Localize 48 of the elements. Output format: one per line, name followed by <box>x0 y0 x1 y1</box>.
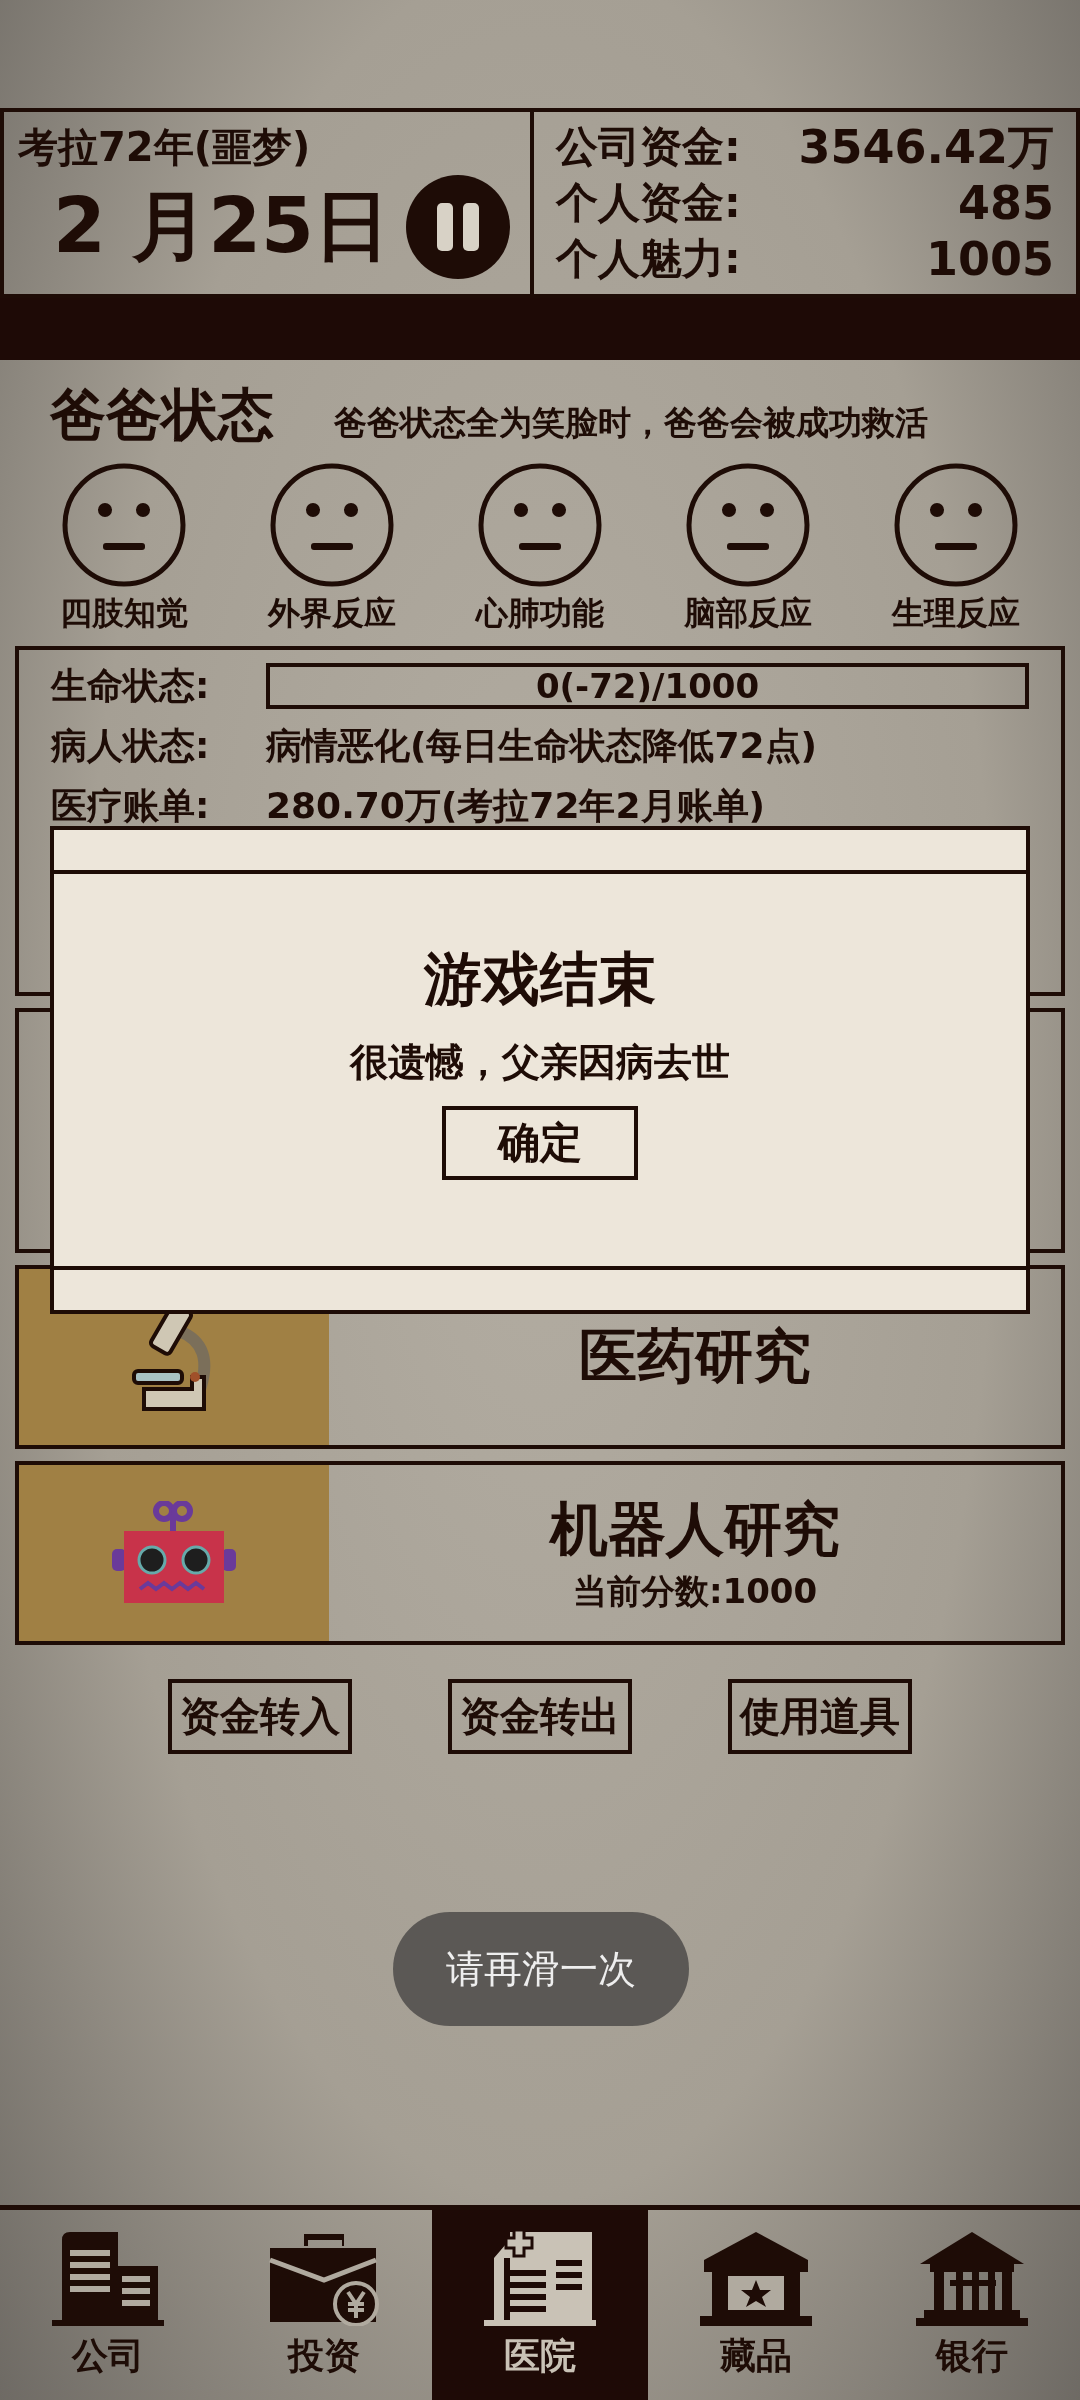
nav-tab[interactable]: 藏品 <box>648 2210 864 2400</box>
dialog-title: 游戏结束 <box>424 943 656 1015</box>
action-button[interactable]: 资金转出 <box>448 1679 632 1754</box>
nav-tab[interactable]: 公司 <box>0 2210 216 2400</box>
action-button[interactable]: 使用道具 <box>728 1679 912 1754</box>
organ-label: 生理反应 <box>892 593 1020 634</box>
stat-value: 1005 <box>924 231 1054 287</box>
research-title: 机器人研究 <box>550 1494 840 1565</box>
section-hint: 爸爸状态全为笑脸时，爸爸会被成功救活 <box>334 402 928 444</box>
life-value: 0(-72)/1000 <box>535 666 760 706</box>
face-icon <box>685 462 811 588</box>
hospital-icon <box>484 2229 596 2326</box>
research-title: 医药研究 <box>579 1321 811 1392</box>
organ-label: 四肢知觉 <box>60 593 188 634</box>
organ-label: 脑部反应 <box>684 593 812 634</box>
stat-label: 个人魅力: <box>556 233 741 285</box>
museum-star-icon <box>700 2229 812 2326</box>
info-value: 病情恶化(每日生命状态降低72点) <box>266 723 817 768</box>
info-label: 病人状态: <box>51 723 211 768</box>
stat-label: 个人资金: <box>556 177 741 229</box>
bank-icon <box>916 2229 1028 2326</box>
toast-message: 请再滑一次 <box>393 1912 689 2026</box>
game-year: 考拉72年(噩梦) <box>18 123 312 172</box>
pause-icon[interactable] <box>406 175 510 279</box>
robot-icon <box>112 1501 236 1605</box>
info-label: 医疗账单: <box>51 783 211 828</box>
nav-tab[interactable]: 银行 <box>864 2210 1080 2400</box>
stat-value: 3546.42万 <box>797 119 1054 175</box>
nav-tab[interactable]: 医院 <box>432 2210 648 2400</box>
face-icon <box>61 462 187 588</box>
office-building-icon <box>52 2229 164 2326</box>
info-value: 280.70万(考拉72年2月账单) <box>266 783 765 828</box>
research-card[interactable]: 机器人研究 当前分数:1000 <box>15 1461 1065 1645</box>
stat-label: 公司资金: <box>556 121 741 173</box>
face-icon <box>477 462 603 588</box>
research-score: 当前分数:1000 <box>572 1570 818 1613</box>
confirm-button[interactable]: 确定 <box>442 1105 638 1180</box>
action-button[interactable]: 资金转入 <box>168 1679 352 1754</box>
stat-value: 485 <box>956 175 1054 231</box>
face-icon <box>269 462 395 588</box>
section-title: 爸爸状态 <box>50 381 274 449</box>
game-date: 2 月25日 <box>52 179 390 272</box>
organ-label: 心肺功能 <box>476 593 604 634</box>
dialog-message: 很遗憾，父亲因病去世 <box>350 1038 730 1086</box>
nav-tab[interactable]: 投资 <box>216 2210 432 2400</box>
life-label: 生命状态: <box>51 663 211 708</box>
organ-label: 外界反应 <box>268 593 396 634</box>
face-icon <box>893 462 1019 588</box>
